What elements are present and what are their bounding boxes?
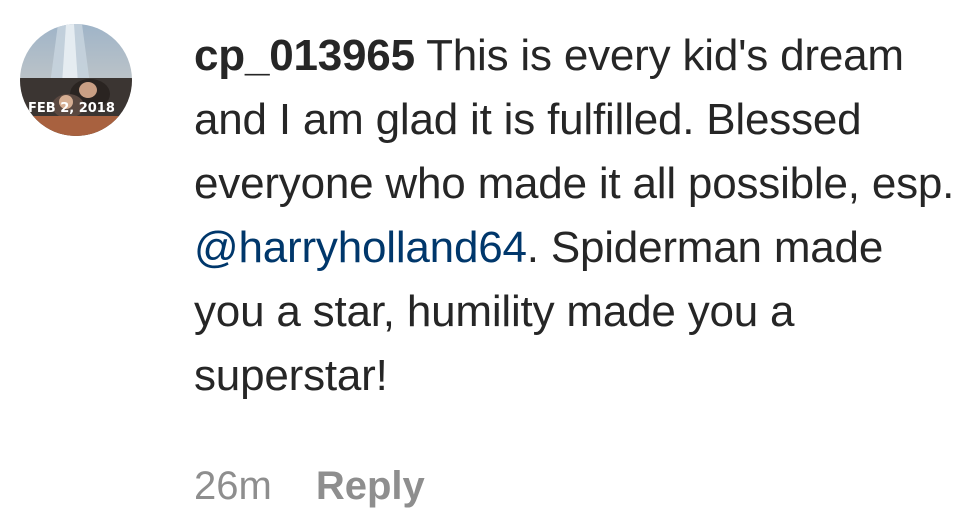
mention-link[interactable]: @harryholland64 — [194, 223, 527, 272]
comment-timestamp: 26m — [194, 464, 272, 508]
avatar[interactable]: FEB 2, 2018 — [20, 24, 132, 136]
avatar-date-stamp: FEB 2, 2018 — [28, 101, 115, 116]
avatar-photo: FEB 2, 2018 — [20, 24, 132, 136]
comment-body: cp_013965 This is every kid's dream and … — [194, 24, 964, 408]
comment: FEB 2, 2018 cp_013965 This is every kid'… — [0, 0, 980, 527]
comment-username[interactable]: cp_013965 — [194, 31, 415, 80]
comment-footer: 26m Reply — [194, 460, 425, 512]
reply-button[interactable]: Reply — [316, 460, 425, 512]
